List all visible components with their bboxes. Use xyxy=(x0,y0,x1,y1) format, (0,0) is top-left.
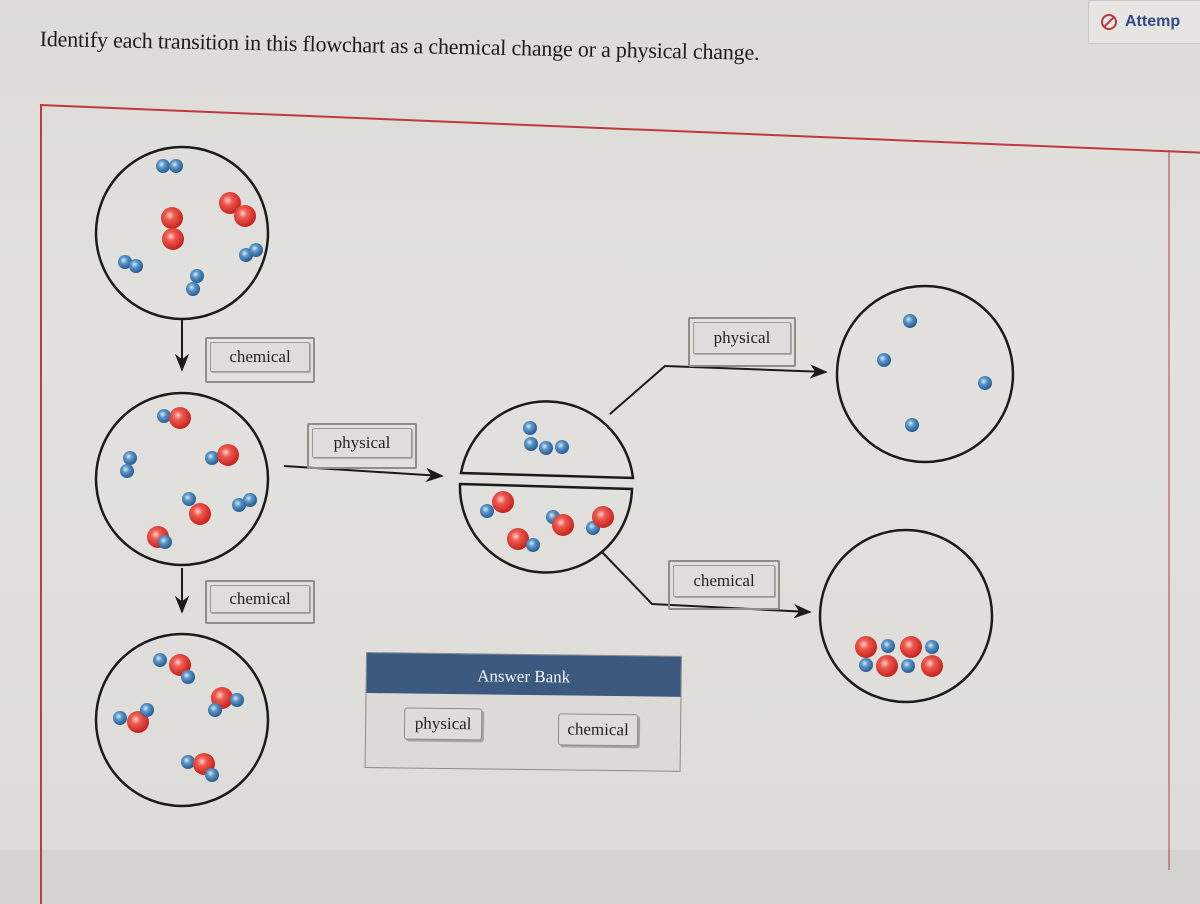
hydrogen-atom xyxy=(555,440,569,454)
container-4-top-half xyxy=(459,400,635,480)
transition-3-answer-chip[interactable]: physical xyxy=(312,428,412,458)
hydrogen-atom xyxy=(208,703,222,717)
container-6-circle xyxy=(818,528,994,704)
oxygen-atom xyxy=(161,207,183,229)
hydrogen-atom xyxy=(123,451,137,465)
hydrogen-atom xyxy=(903,314,917,328)
hydrogen-atom xyxy=(129,259,143,273)
hydrogen-atom xyxy=(153,653,167,667)
hydrogen-atom xyxy=(523,421,537,435)
oxygen-atom xyxy=(492,491,514,513)
hydrogen-atom xyxy=(190,269,204,283)
hydrogen-atom xyxy=(881,639,895,653)
hydrogen-atom xyxy=(978,376,992,390)
hydrogen-atom xyxy=(205,451,219,465)
hydrogen-atom xyxy=(120,464,134,478)
container-5-circle xyxy=(835,284,1015,464)
hydrogen-atom xyxy=(181,755,195,769)
oxygen-atom xyxy=(217,444,239,466)
oxygen-atom xyxy=(592,506,614,528)
oxygen-atom xyxy=(234,205,256,227)
hydrogen-atom xyxy=(230,693,244,707)
hydrogen-atom xyxy=(140,703,154,717)
answer-bank: Answer Bank physical chemical xyxy=(364,652,682,772)
answer-bank-title: Answer Bank xyxy=(366,653,681,697)
hydrogen-atom xyxy=(524,437,538,451)
oxygen-atom xyxy=(169,407,191,429)
transition-1-dropzone[interactable]: chemical xyxy=(205,337,315,383)
oxygen-atom xyxy=(552,514,574,536)
transition-4-answer-chip[interactable]: physical xyxy=(693,322,791,354)
transition-5-dropzone[interactable]: chemical xyxy=(668,560,780,610)
hydrogen-atom xyxy=(113,711,127,725)
hydrogen-atom xyxy=(925,640,939,654)
answer-option-chemical[interactable]: chemical xyxy=(557,713,639,747)
hydrogen-atom xyxy=(249,243,263,257)
transition-2-answer-chip[interactable]: chemical xyxy=(210,585,310,613)
hydrogen-atom xyxy=(181,670,195,684)
oxygen-atom xyxy=(921,655,943,677)
oxygen-atom xyxy=(507,528,529,550)
hydrogen-atom xyxy=(205,768,219,782)
transition-1-answer-chip[interactable]: chemical xyxy=(210,342,310,372)
oxygen-atom xyxy=(189,503,211,525)
answer-option-physical[interactable]: physical xyxy=(403,707,483,741)
arrow-4-to-5 xyxy=(609,364,828,415)
transition-4-dropzone[interactable]: physical xyxy=(688,317,796,367)
hydrogen-atom xyxy=(186,282,200,296)
transition-2-dropzone[interactable]: chemical xyxy=(205,580,315,624)
hydrogen-atom xyxy=(526,538,540,552)
hydrogen-atom xyxy=(539,441,553,455)
hydrogen-atom xyxy=(243,493,257,507)
page: Identify each transition in this flowcha… xyxy=(0,0,1200,904)
hydrogen-atom xyxy=(877,353,891,367)
oxygen-atom xyxy=(162,228,184,250)
hydrogen-atom xyxy=(859,658,873,672)
hydrogen-atom xyxy=(156,159,170,173)
hydrogen-atom xyxy=(901,659,915,673)
transition-3-dropzone[interactable]: physical xyxy=(307,423,417,469)
hydrogen-atom xyxy=(905,418,919,432)
hydrogen-atom xyxy=(182,492,196,506)
hydrogen-atom xyxy=(169,159,183,173)
hydrogen-atom xyxy=(157,409,171,423)
transition-5-answer-chip[interactable]: chemical xyxy=(673,565,775,597)
oxygen-atom xyxy=(855,636,877,658)
oxygen-atom xyxy=(876,655,898,677)
container-4-bottom-half xyxy=(458,482,634,574)
hydrogen-atom xyxy=(158,535,172,549)
oxygen-atom xyxy=(900,636,922,658)
hydrogen-atom xyxy=(480,504,494,518)
